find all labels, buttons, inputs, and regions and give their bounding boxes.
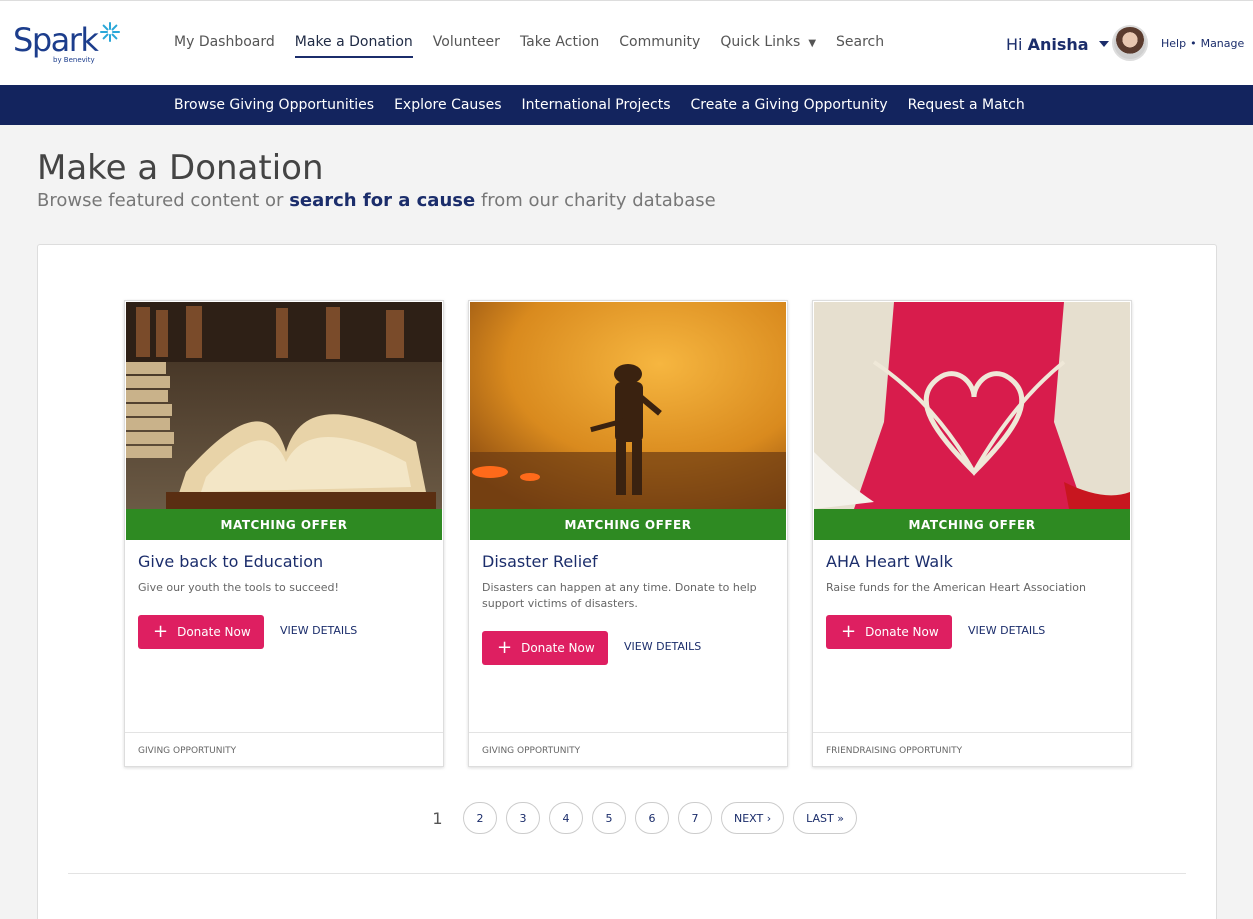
greeting-prefix: Hi: [1006, 34, 1023, 54]
card-description: Raise funds for the American Heart Assoc…: [826, 581, 1086, 594]
page-button[interactable]: 3: [506, 802, 540, 834]
view-details-link[interactable]: VIEW DETAILS: [968, 624, 1045, 637]
subnav-create-giving-opportunity[interactable]: Create a Giving Opportunity: [691, 97, 888, 113]
card-image-firefighter[interactable]: [470, 302, 786, 509]
card-title[interactable]: Give back to Education: [138, 552, 323, 571]
view-details-link[interactable]: VIEW DETAILS: [624, 640, 701, 653]
nav-community[interactable]: Community: [619, 34, 700, 50]
donate-now-button[interactable]: + Donate Now: [138, 615, 264, 649]
card-image-heart-shoelaces[interactable]: [814, 302, 1130, 509]
page-button[interactable]: 4: [549, 802, 583, 834]
card-description: Disasters can happen at any time. Donate…: [482, 581, 757, 610]
view-details-link[interactable]: VIEW DETAILS: [280, 624, 357, 637]
plus-icon: +: [153, 621, 169, 642]
help-link[interactable]: Help: [1161, 37, 1186, 50]
user-name: Anisha: [1027, 34, 1089, 54]
page-subtitle: Browse featured content or search for a …: [37, 190, 716, 211]
donate-now-label: Donate Now: [865, 625, 939, 639]
card-type-label: GIVING OPPORTUNITY: [469, 732, 787, 766]
nav-search[interactable]: Search: [836, 34, 884, 50]
card-description: Give our youth the tools to succeed!: [138, 581, 339, 594]
card-type-label: FRIENDRAISING OPPORTUNITY: [813, 732, 1131, 766]
current-page: 1: [432, 808, 443, 828]
plus-icon: +: [497, 637, 513, 658]
main-nav: My Dashboard Make a Donation Volunteer T…: [174, 34, 904, 58]
logo-wordmark: Spark: [13, 21, 99, 59]
avatar[interactable]: [1112, 25, 1148, 61]
spark-burst-icon: [100, 22, 120, 42]
matching-offer-badge: MATCHING OFFER: [126, 509, 442, 540]
nav-my-dashboard[interactable]: My Dashboard: [174, 34, 275, 50]
subtitle-text-after: from our charity database: [480, 190, 716, 211]
spark-logo[interactable]: Spark by Benevity: [13, 21, 133, 67]
donate-now-label: Donate Now: [177, 625, 251, 639]
card-title[interactable]: Disaster Relief: [482, 552, 598, 571]
page-title: Make a Donation: [37, 148, 324, 188]
page-button[interactable]: 5: [592, 802, 626, 834]
card-title[interactable]: AHA Heart Walk: [826, 552, 953, 571]
page-button[interactable]: 2: [463, 802, 497, 834]
manage-link[interactable]: Manage: [1201, 37, 1245, 50]
donate-now-button[interactable]: + Donate Now: [482, 631, 608, 665]
separator-dot: •: [1190, 37, 1197, 50]
logo-subtitle: by Benevity: [53, 56, 95, 64]
nav-quick-links[interactable]: Quick Links ▼: [720, 34, 816, 50]
card-type-label: GIVING OPPORTUNITY: [125, 732, 443, 766]
sub-nav: Browse Giving Opportunities Explore Caus…: [0, 85, 1253, 125]
nav-take-action[interactable]: Take Action: [520, 34, 599, 50]
pagination: 1 2 3 4 5 6 7 NEXT › LAST »: [421, 802, 857, 834]
search-for-cause-link[interactable]: search for a cause: [289, 190, 475, 211]
nav-make-a-donation[interactable]: Make a Donation: [294, 34, 413, 58]
plus-icon: +: [841, 621, 857, 642]
nav-volunteer[interactable]: Volunteer: [433, 34, 500, 50]
featured-content-panel: MATCHING OFFER Give back to Education Gi…: [37, 244, 1217, 919]
last-page-button[interactable]: LAST »: [793, 802, 857, 834]
donate-now-label: Donate Now: [521, 641, 595, 655]
user-menu[interactable]: Hi Anisha: [1006, 29, 1109, 59]
subnav-browse-giving-opportunities[interactable]: Browse Giving Opportunities: [174, 97, 374, 113]
opportunity-card: MATCHING OFFER Give back to Education Gi…: [124, 300, 444, 767]
nav-quick-links-label: Quick Links: [720, 34, 801, 50]
subnav-international-projects[interactable]: International Projects: [522, 97, 671, 113]
donate-now-button[interactable]: + Donate Now: [826, 615, 952, 649]
card-image-books[interactable]: [126, 302, 442, 509]
next-page-button[interactable]: NEXT ›: [721, 802, 785, 834]
opportunity-card: MATCHING OFFER Disaster Relief Disasters…: [468, 300, 788, 767]
top-header: Spark by Benevity My Dashboard Make a Do…: [0, 0, 1253, 85]
page-button[interactable]: 6: [635, 802, 669, 834]
opportunity-card: MATCHING OFFER AHA Heart Walk Raise fund…: [812, 300, 1132, 767]
subtitle-text-before: Browse featured content or: [37, 190, 284, 211]
matching-offer-badge: MATCHING OFFER: [814, 509, 1130, 540]
subnav-explore-causes[interactable]: Explore Causes: [394, 97, 501, 113]
caret-down-icon: ▼: [808, 38, 817, 49]
page-button[interactable]: 7: [678, 802, 712, 834]
matching-offer-badge: MATCHING OFFER: [470, 509, 786, 540]
subnav-request-a-match[interactable]: Request a Match: [908, 97, 1025, 113]
user-greeting: Hi Anisha: [1006, 35, 1089, 54]
divider: [68, 873, 1186, 874]
chevron-down-icon[interactable]: [1098, 41, 1109, 47]
help-links: Help • Manage: [1161, 37, 1244, 50]
